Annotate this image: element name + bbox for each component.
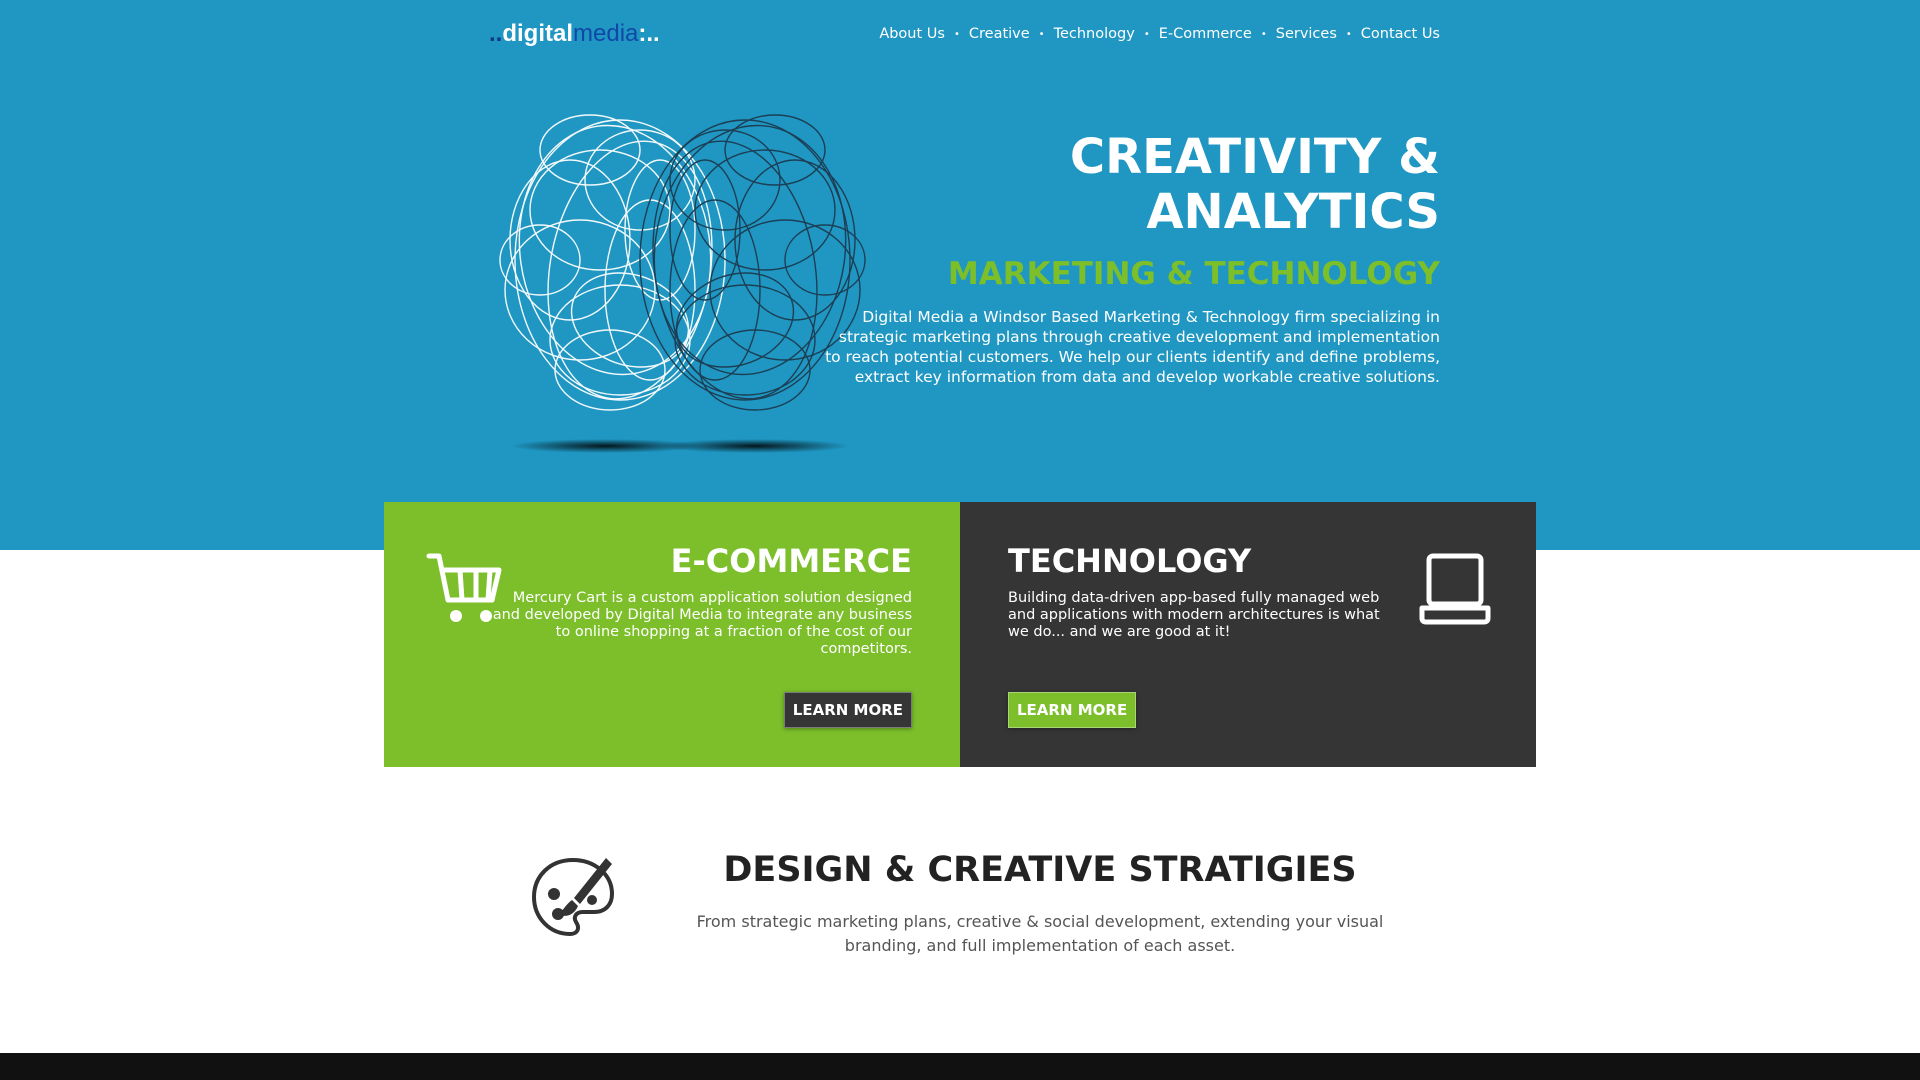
technology-text: Building data-driven app-based fully man… bbox=[1008, 590, 1380, 640]
logo-word-media: media bbox=[573, 20, 639, 47]
nav-services[interactable]: Services bbox=[1276, 26, 1337, 42]
brain-shadow-right bbox=[660, 439, 850, 453]
main-nav: About Us • Creative • Technology • E-Com… bbox=[879, 26, 1440, 42]
technology-learn-more-button[interactable]: LEARN MORE bbox=[1008, 692, 1137, 728]
nav-separator: • bbox=[1260, 28, 1267, 40]
logo-dots-right: :.. bbox=[638, 20, 660, 47]
ecommerce-learn-more-button[interactable]: LEARN MORE bbox=[783, 692, 912, 728]
logo-dots-left: .. bbox=[489, 20, 503, 47]
nav-separator: • bbox=[953, 28, 960, 40]
technology-title: TECHNOLOGY bbox=[1008, 542, 1252, 580]
nav-technology[interactable]: Technology bbox=[1054, 26, 1135, 42]
nav-about-us[interactable]: About Us bbox=[879, 26, 945, 42]
nav-separator: • bbox=[1345, 28, 1352, 40]
site-logo[interactable]: ..digitalmedia:.. bbox=[489, 20, 660, 48]
ecommerce-title: E-COMMERCE bbox=[670, 542, 912, 580]
nav-creative[interactable]: Creative bbox=[969, 26, 1030, 42]
nav-separator: • bbox=[1038, 28, 1045, 40]
nav-contact-us[interactable]: Contact Us bbox=[1361, 26, 1440, 42]
footer-bar bbox=[0, 1053, 1920, 1080]
hero-title-line2: ANALYTICS bbox=[1146, 184, 1440, 240]
technology-panel: TECHNOLOGY Building data-driven app-base… bbox=[960, 502, 1536, 767]
ecommerce-panel: E-COMMERCE Mercury Cart is a custom appl… bbox=[384, 502, 960, 767]
logo-word-digital: digital bbox=[502, 20, 574, 47]
hero-subtitle: MARKETING & TECHNOLOGY bbox=[947, 256, 1440, 292]
design-text: From strategic marketing plans, creative… bbox=[696, 912, 1384, 955]
brain-illustration bbox=[499, 114, 866, 453]
brain-left-hemisphere bbox=[499, 114, 726, 411]
design-title: DESIGN & CREATIVE STRATIGIES bbox=[723, 850, 1357, 890]
palette-icon bbox=[531, 857, 615, 937]
hero-description: Digital Media a Windsor Based Marketing … bbox=[825, 308, 1440, 386]
nav-e-commerce[interactable]: E-Commerce bbox=[1159, 26, 1252, 42]
laptop-icon bbox=[1419, 553, 1491, 625]
hero-text: CREATIVITY & ANALYTICS MARKETING & TECHN… bbox=[825, 130, 1440, 387]
site-header: ..digitalmedia:.. About Us • Creative • … bbox=[0, 0, 1920, 72]
hero-title: CREATIVITY & ANALYTICS bbox=[880, 130, 1440, 240]
ecommerce-text: Mercury Cart is a custom application sol… bbox=[492, 590, 912, 657]
hero-section: ..digitalmedia:.. About Us • Creative • … bbox=[0, 0, 1920, 550]
nav-separator: • bbox=[1143, 28, 1150, 40]
hero-title-line1: CREATIVITY & bbox=[1069, 129, 1440, 185]
